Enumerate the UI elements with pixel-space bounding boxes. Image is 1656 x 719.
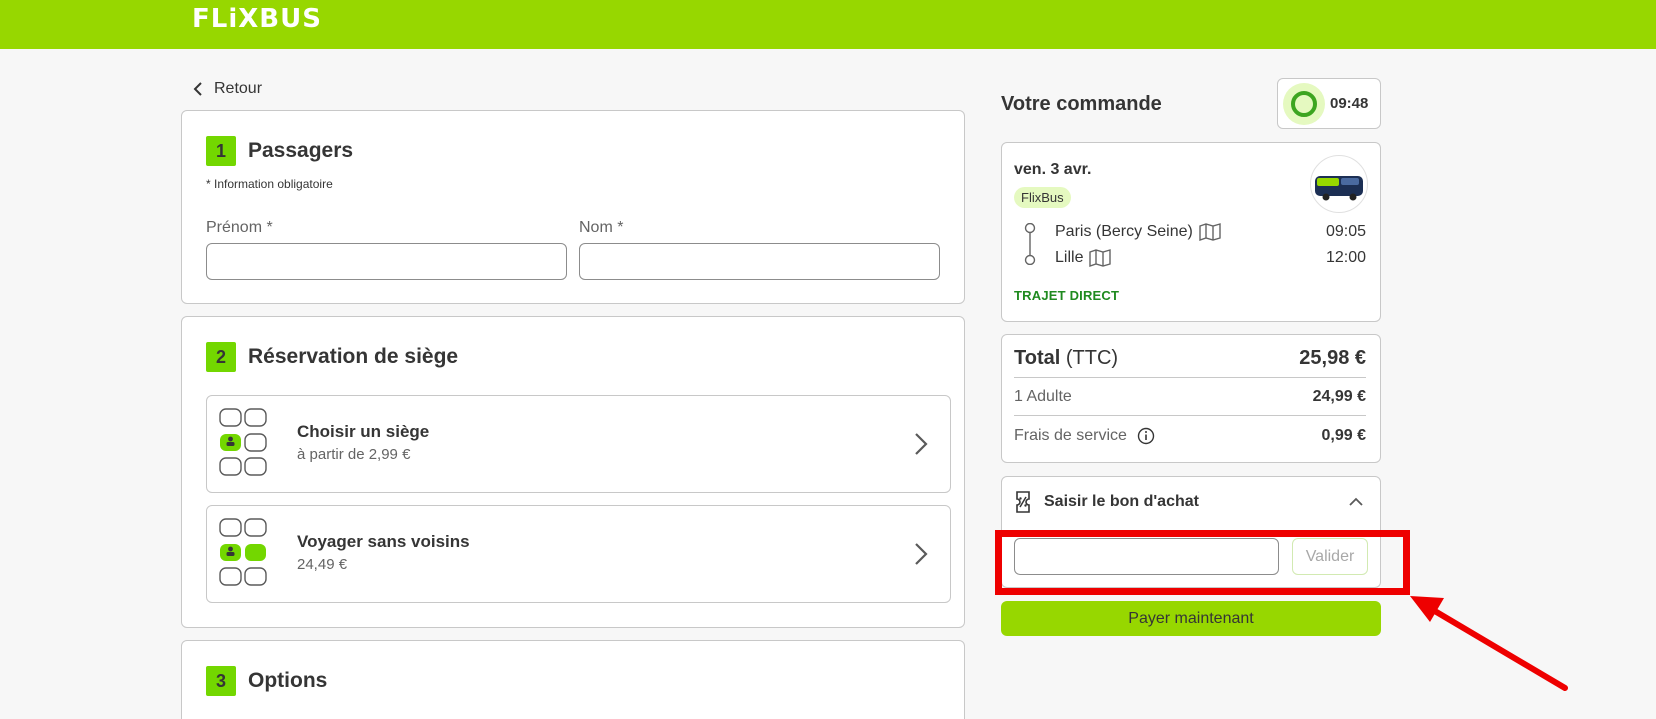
voucher-title: Saisir le bon d'achat bbox=[1044, 493, 1199, 510]
options-card: 3 Options bbox=[181, 640, 965, 719]
first-name-input[interactable] bbox=[206, 243, 567, 280]
timer-ring-icon bbox=[1283, 82, 1325, 125]
trip-card: ven. 3 avr. FlixBus Paris (Bercy Seine) … bbox=[1001, 142, 1381, 322]
chevron-right-icon bbox=[915, 433, 928, 455]
bus-image bbox=[1310, 155, 1368, 213]
adult-price-row: 1 Adulte 24,99 € bbox=[1014, 388, 1366, 410]
line-value: 24,99 € bbox=[1312, 388, 1366, 405]
service-fee-row: Frais de service 0,99 € bbox=[1014, 427, 1366, 449]
first-name-label: Prénom * bbox=[206, 219, 273, 236]
stop-city: Paris (Bercy Seine) bbox=[1055, 223, 1221, 241]
section-title: Réservation de siège bbox=[248, 345, 459, 368]
seat-heading: 2 Réservation de siège bbox=[206, 342, 458, 372]
seat-map-icon bbox=[219, 408, 267, 476]
fee-label: Frais de service bbox=[1014, 427, 1127, 444]
voucher-icon bbox=[1016, 491, 1030, 513]
required-note: * Information obligatoire bbox=[206, 177, 333, 191]
order-title: Votre commande bbox=[1001, 93, 1162, 115]
map-icon[interactable] bbox=[1089, 249, 1112, 267]
divider bbox=[1014, 377, 1366, 378]
total-value: 25,98 € bbox=[1299, 347, 1366, 369]
trip-date: ven. 3 avr. bbox=[1014, 161, 1092, 178]
timer-value: 09:48 bbox=[1330, 95, 1369, 112]
chevron-right-icon bbox=[915, 543, 928, 565]
total-label: Total (TTC) bbox=[1014, 347, 1119, 369]
travel-without-neighbours-option[interactable]: Voyager sans voisins 24,49 € bbox=[206, 505, 951, 603]
departure-time: 09:05 bbox=[1325, 223, 1366, 240]
passengers-card: 1 Passagers * Information obligatoire Pr… bbox=[181, 110, 965, 304]
departure-stop: Paris (Bercy Seine) 09:05 bbox=[1014, 221, 1366, 243]
chevron-up-icon[interactable] bbox=[1348, 497, 1364, 507]
line-label: Frais de service bbox=[1014, 427, 1155, 445]
top-bar: FLiXBUS bbox=[0, 0, 1656, 49]
annotation-arrow-icon bbox=[1410, 596, 1568, 691]
options-heading: 3 Options bbox=[206, 666, 327, 696]
back-label: Retour bbox=[214, 80, 263, 97]
direct-trip-label: TRAJET DIRECT bbox=[1014, 288, 1120, 303]
stop-name: Lille bbox=[1055, 249, 1084, 266]
brand-badge: FlixBus bbox=[1014, 187, 1071, 208]
chevron-left-icon bbox=[193, 82, 202, 96]
seat-reservation-card: 2 Réservation de siège Choisir un siège … bbox=[181, 316, 965, 628]
step-number: 1 bbox=[206, 136, 236, 166]
stop-name: Paris (Bercy Seine) bbox=[1055, 223, 1193, 240]
arrival-time: 12:00 bbox=[1325, 249, 1366, 266]
option-price: 24,49 € bbox=[297, 556, 348, 573]
choose-seat-option[interactable]: Choisir un siège à partir de 2,99 € bbox=[206, 395, 951, 493]
annotation-highlight-box bbox=[995, 530, 1410, 595]
section-title: Passagers bbox=[248, 139, 354, 162]
section-title: Options bbox=[248, 669, 328, 692]
line-value: 0,99 € bbox=[1321, 427, 1366, 444]
pay-now-button[interactable]: Payer maintenant bbox=[1001, 601, 1381, 636]
last-name-input[interactable] bbox=[579, 243, 940, 280]
arrival-stop: Lille 12:00 bbox=[1014, 247, 1366, 269]
voucher-header[interactable]: Saisir le bon d'achat bbox=[1014, 491, 1199, 513]
option-title: Choisir un siège bbox=[297, 422, 430, 441]
step-number: 3 bbox=[206, 666, 236, 696]
last-name-label: Nom * bbox=[579, 219, 624, 236]
passengers-heading: 1 Passagers bbox=[206, 136, 353, 166]
map-icon[interactable] bbox=[1199, 223, 1221, 241]
total-row: Total (TTC) 25,98 € bbox=[1014, 347, 1366, 373]
option-price: à partir de 2,99 € bbox=[297, 446, 411, 463]
line-label: 1 Adulte bbox=[1014, 388, 1072, 405]
option-title: Voyager sans voisins bbox=[297, 532, 470, 551]
price-summary-card: Total (TTC) 25,98 € 1 Adulte 24,99 € Fra… bbox=[1001, 334, 1381, 463]
flixbus-logo[interactable]: FLiXBUS bbox=[192, 4, 322, 34]
step-number: 2 bbox=[206, 342, 236, 372]
info-icon[interactable] bbox=[1137, 427, 1155, 445]
divider bbox=[1014, 415, 1366, 416]
seat-pair-icon bbox=[219, 518, 267, 586]
back-link[interactable]: Retour bbox=[192, 80, 262, 98]
stop-city: Lille bbox=[1055, 249, 1112, 267]
reservation-timer: 09:48 bbox=[1277, 78, 1381, 129]
